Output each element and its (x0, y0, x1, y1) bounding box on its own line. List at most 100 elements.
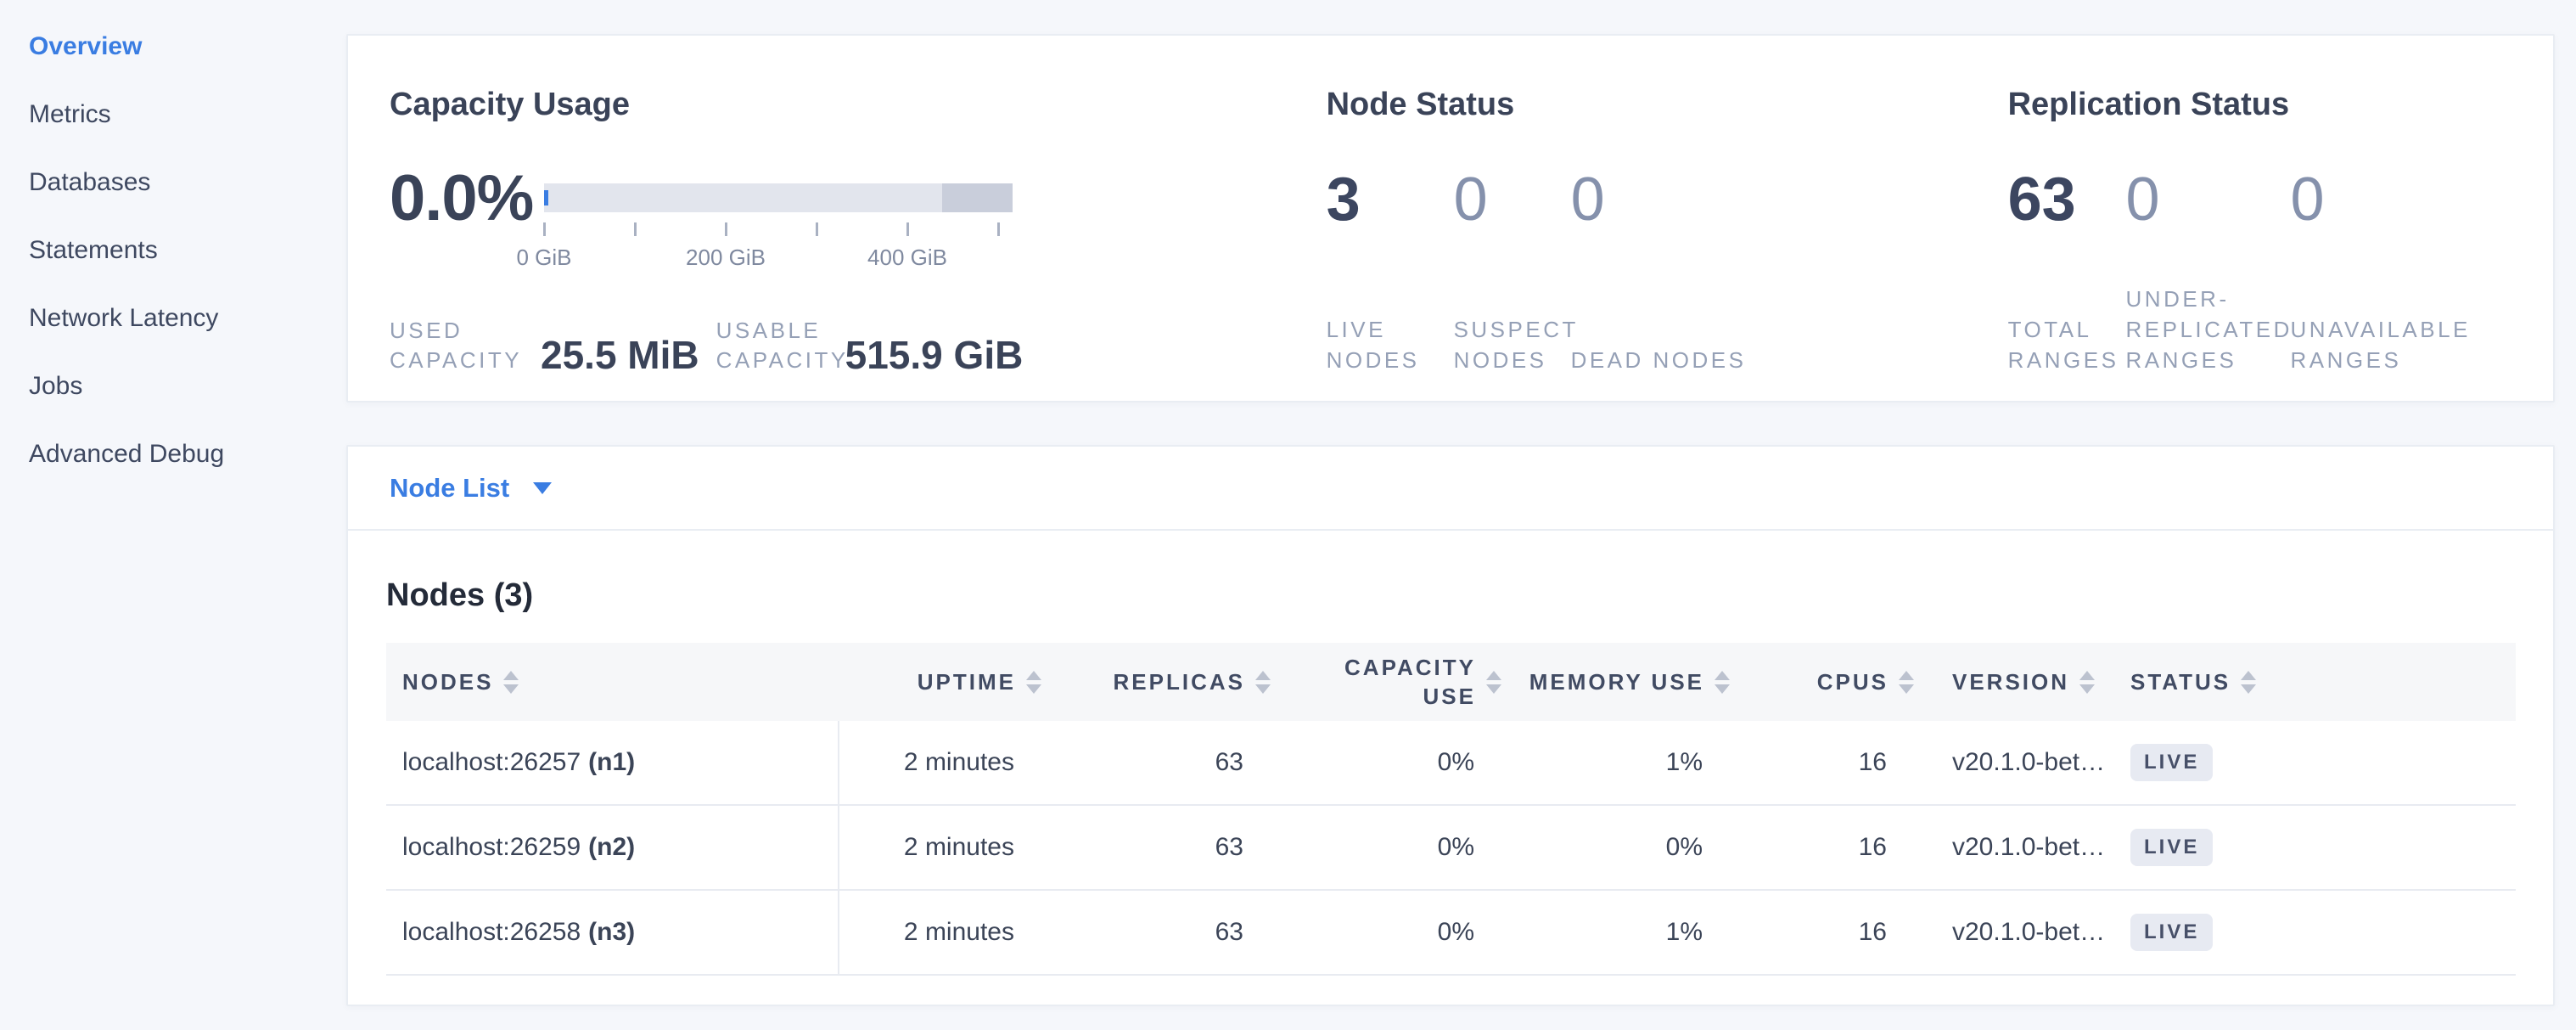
chevron-down-icon (533, 482, 552, 494)
total-ranges-label: TOTAL RANGES (2008, 314, 2126, 375)
axis-tick-label: 400 GiB (867, 245, 947, 271)
sidebar-item-statements[interactable]: Statements (0, 217, 346, 284)
node-list-dropdown-label: Node List (390, 473, 509, 504)
capacity-gauge-row: 0.0% 0 GiB (390, 166, 1327, 272)
memory-use-cell: 1% (1501, 891, 1730, 974)
version-cell: v20.1.0-bet… (1914, 891, 2119, 974)
column-header-version[interactable]: VERSION (1914, 643, 2119, 721)
node-address-cell[interactable]: localhost:26257 (n1) (386, 721, 839, 804)
sort-icon (1715, 671, 1730, 694)
column-header-status[interactable]: STATUS (2119, 643, 2516, 721)
sort-icon (2241, 671, 2256, 694)
sidebar-item-label: Databases (29, 168, 150, 197)
capacity-use-cell: 0% (1271, 891, 1501, 974)
used-capacity-label: USED CAPACITY (390, 316, 541, 375)
sort-icon (1486, 671, 1501, 694)
axis-tick (816, 222, 818, 236)
capacity-stats: USED CAPACITY 25.5 MiB USABLE CAPACITY 5… (390, 316, 1327, 375)
column-header-nodes[interactable]: NODES (386, 643, 839, 721)
node-address: localhost:26257 (402, 748, 581, 777)
nodes-table-header: NODES UPTIME REPLICAS CAPACITY USE (386, 643, 2516, 721)
dead-nodes-value: 0 (1571, 166, 1747, 233)
column-header-capacity-use[interactable]: CAPACITY USE (1271, 643, 1501, 721)
table-row[interactable]: localhost:26258 (n3) 2 minutes 63 0% 1% … (386, 891, 2516, 976)
capacity-use-cell: 0% (1271, 806, 1501, 889)
cluster-summary-card: Capacity Usage 0.0% (346, 34, 2555, 402)
column-header-replicas[interactable]: REPLICAS (1041, 643, 1271, 721)
sidebar-item-label: Jobs (29, 372, 82, 401)
capacity-use-cell: 0% (1271, 721, 1501, 804)
capacity-bar-used-segment (544, 190, 548, 205)
live-nodes-value: 3 (1327, 166, 1454, 233)
sidebar-item-label: Overview (29, 32, 142, 61)
uptime-cell: 2 minutes (839, 806, 1041, 889)
capacity-usage-section: Capacity Usage 0.0% (390, 83, 1327, 375)
axis-tick (634, 222, 637, 236)
unavailable-ranges-label: UNAVAILABLE RANGES (2291, 314, 2512, 375)
node-id: (n2) (588, 833, 635, 862)
suspect-nodes-metric: 0 SUSPECT NODES (1454, 166, 1571, 375)
sidebar-item-label: Network Latency (29, 304, 218, 333)
cpus-cell: 16 (1730, 806, 1914, 889)
node-list-card: Node List Nodes (3) NODES UPTIME (346, 445, 2555, 1006)
under-replicated-ranges-label: UNDER-REPLICATED RANGES (2126, 284, 2291, 375)
status-cell: LIVE (2119, 891, 2516, 974)
under-replicated-ranges-metric: 0 UNDER-REPLICATED RANGES (2126, 166, 2291, 375)
suspect-nodes-value: 0 (1454, 166, 1571, 233)
version-cell: v20.1.0-bet… (1914, 806, 2119, 889)
sidebar-item-databases[interactable]: Databases (0, 149, 346, 217)
usable-capacity-label: USABLE CAPACITY (716, 316, 845, 375)
column-label: CAPACITY USE (1315, 653, 1476, 711)
sort-icon (2079, 671, 2095, 694)
total-ranges-value: 63 (2008, 166, 2126, 233)
sidebar-item-network-latency[interactable]: Network Latency (0, 284, 346, 352)
table-row[interactable]: localhost:26257 (n1) 2 minutes 63 0% 1% … (386, 721, 2516, 806)
node-list-dropdown[interactable]: Node List (390, 473, 552, 504)
live-nodes-metric: 3 LIVE NODES (1327, 166, 1454, 375)
node-address-cell[interactable]: localhost:26259 (n2) (386, 806, 839, 889)
sort-icon (503, 671, 519, 694)
sidebar-item-advanced-debug[interactable]: Advanced Debug (0, 420, 346, 488)
column-header-uptime[interactable]: UPTIME (839, 643, 1041, 721)
capacity-usage-title: Capacity Usage (390, 83, 1327, 126)
axis-tick (543, 222, 546, 236)
node-address: localhost:26258 (402, 918, 581, 947)
sidebar-item-jobs[interactable]: Jobs (0, 352, 346, 420)
table-row[interactable]: localhost:26259 (n2) 2 minutes 63 0% 0% … (386, 806, 2516, 891)
column-label: NODES (402, 667, 493, 696)
cpus-cell: 16 (1730, 891, 1914, 974)
replicas-cell: 63 (1041, 891, 1271, 974)
column-label: VERSION (1952, 667, 2069, 696)
status-cell: LIVE (2119, 721, 2516, 804)
sidebar-item-label: Metrics (29, 100, 111, 129)
column-header-memory-use[interactable]: MEMORY USE (1501, 643, 1730, 721)
column-header-cpus[interactable]: CPUS (1730, 643, 1914, 721)
node-address: localhost:26259 (402, 833, 581, 862)
live-nodes-label: LIVE NODES (1327, 314, 1454, 375)
sidebar-item-overview[interactable]: Overview (0, 13, 346, 81)
replication-status-title: Replication Status (2008, 83, 2512, 126)
status-cell: LIVE (2119, 806, 2516, 889)
replicas-cell: 63 (1041, 721, 1271, 804)
node-id: (n3) (588, 918, 635, 947)
replication-status-metrics: 63 TOTAL RANGES 0 UNDER-REPLICATED RANGE… (2008, 166, 2512, 375)
node-list-header-row: Node List (348, 447, 2553, 531)
column-label: CPUS (1817, 667, 1889, 696)
status-badge: LIVE (2130, 914, 2213, 951)
usable-capacity-value: 515.9 GiB (845, 335, 1024, 375)
axis-tick (725, 222, 727, 236)
sort-icon (1899, 671, 1914, 694)
capacity-axis-labels: 0 GiB 200 GiB 400 GiB (544, 245, 1013, 272)
sidebar-item-metrics[interactable]: Metrics (0, 81, 346, 149)
capacity-axis-ticks (544, 222, 1013, 236)
node-address-cell[interactable]: localhost:26258 (n3) (386, 891, 839, 974)
capacity-bar (544, 183, 1013, 212)
dead-nodes-label: DEAD NODES (1571, 345, 1747, 375)
sort-icon (1026, 671, 1041, 694)
status-badge: LIVE (2130, 744, 2213, 781)
under-replicated-ranges-value: 0 (2126, 166, 2291, 233)
uptime-cell: 2 minutes (839, 891, 1041, 974)
nodes-table: NODES UPTIME REPLICAS CAPACITY USE (386, 643, 2516, 976)
node-status-title: Node Status (1327, 83, 2008, 126)
nodes-table-area: Nodes (3) NODES UPTIME REPLICAS (348, 578, 2553, 976)
